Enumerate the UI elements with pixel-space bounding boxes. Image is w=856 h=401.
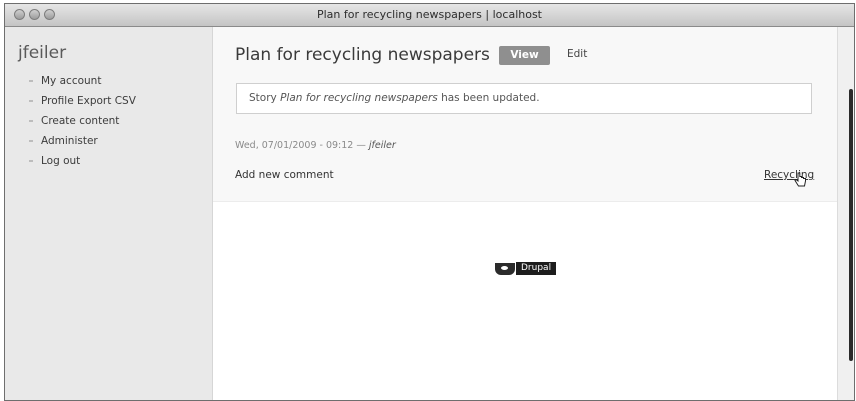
- status-message: Story Plan for recycling newspapers has …: [236, 83, 812, 114]
- title-bar: Plan for recycling newspapers | localhos…: [5, 4, 854, 27]
- user-menu: My account Profile Export CSV Create con…: [25, 71, 136, 171]
- sidebar: jfeiler My account Profile Export CSV Cr…: [5, 27, 213, 400]
- powered-by-label: Drupal: [516, 262, 557, 275]
- sidebar-item-log-out[interactable]: Log out: [25, 151, 136, 171]
- browser-window: Plan for recycling newspapers | localhos…: [4, 3, 855, 401]
- dock-edge: [849, 89, 853, 361]
- add-comment-link[interactable]: Add new comment: [235, 169, 334, 181]
- window-title: Plan for recycling newspapers | localhos…: [316, 8, 542, 21]
- submitted-author-link[interactable]: jfeiler: [369, 140, 396, 151]
- status-message-story-title: Plan for recycling newspapers: [280, 92, 438, 104]
- sidebar-item-profile-export-csv[interactable]: Profile Export CSV: [25, 91, 136, 111]
- submitted-info: Wed, 07/01/2009 - 09:12 — jfeiler: [235, 140, 396, 151]
- tab-edit[interactable]: Edit: [567, 48, 587, 60]
- status-message-suffix: has been updated.: [437, 92, 540, 104]
- submitted-date: Wed, 07/01/2009 - 09:12 —: [235, 140, 369, 151]
- sidebar-item-create-content[interactable]: Create content: [25, 111, 136, 131]
- sidebar-item-my-account[interactable]: My account: [25, 71, 136, 91]
- drupal-drop-icon: [495, 262, 515, 275]
- sidebar-item-administer[interactable]: Administer: [25, 131, 136, 151]
- main-content: Plan for recycling newspapers View Edit …: [213, 27, 838, 400]
- status-message-prefix: Story: [249, 92, 281, 104]
- window-right-edge: [837, 27, 854, 400]
- sidebar-username: jfeiler: [18, 43, 67, 63]
- page-title: Plan for recycling newspapers: [235, 45, 490, 65]
- node-area: Plan for recycling newspapers View Edit …: [213, 27, 838, 202]
- pointer-hand-icon: [794, 172, 806, 187]
- tab-view[interactable]: View: [499, 46, 550, 65]
- powered-by-drupal-badge[interactable]: Drupal: [495, 262, 557, 275]
